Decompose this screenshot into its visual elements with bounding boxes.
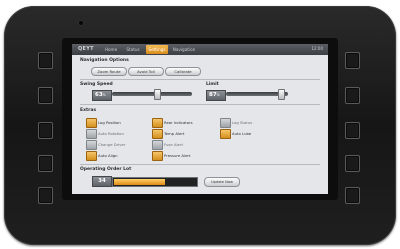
auto-lube-checkbox[interactable] [220,129,231,139]
log-status-label: Log Status [232,120,253,125]
limit-title: Limit [206,82,219,87]
avoid-toll-button[interactable]: Avoid Toll [128,67,164,76]
auto-rotation-checkbox[interactable] [86,129,97,139]
auto-align-label: Auto Align [98,153,118,158]
progress-fill [114,179,165,185]
limit-value: 87% [206,90,226,101]
zoom-route-button[interactable]: Zoom Route [91,67,127,76]
swing-speed-value: 63% [92,90,112,101]
hardware-button-right-1[interactable] [345,52,360,69]
operating-order-title: Operating Order Lot [80,167,132,172]
touch-screen: QEYT Home Status Settings Navigation 12:… [72,44,328,194]
temp-alert-checkbox[interactable] [152,129,163,139]
pressure-alert-checkbox[interactable] [152,151,163,161]
swing-speed-title: Swing Speed [80,82,113,87]
hardware-button-left-3[interactable] [38,122,53,139]
hardware-button-left-1[interactable] [38,52,53,69]
rear-indicators-label: Rear Indicators [164,120,193,125]
temp-alert-label: Temp Alert [164,131,185,136]
hardware-button-right-5[interactable] [345,187,360,204]
hardware-button-right-2[interactable] [345,87,360,104]
top-bar: QEYT Home Status Settings Navigation 12:… [72,44,328,55]
limit-slider-thumb[interactable] [278,89,285,100]
tab-settings[interactable]: Settings [146,45,168,54]
auto-align-checkbox[interactable] [86,151,97,161]
navigation-options-title: Navigation Options [80,58,129,63]
update-now-button[interactable]: Update Now [204,177,240,187]
divider [80,164,320,165]
tab-navigation[interactable]: Navigation [171,45,197,54]
log-status-checkbox[interactable] [220,118,231,128]
swing-speed-slider[interactable] [112,92,192,96]
fuse-alert-checkbox[interactable] [152,140,163,150]
clock: 12:00 [311,46,323,51]
calibrate-button[interactable]: Calibrate [165,67,201,76]
camera-icon [79,21,83,25]
log-position-label: Log Position [98,120,121,125]
pressure-alert-label: Pressure Alert [164,153,191,158]
change-driver-checkbox[interactable] [86,140,97,150]
operating-order-progress-bar [112,177,198,187]
tab-home[interactable]: Home [102,45,120,54]
hardware-button-left-5[interactable] [38,187,53,204]
extras-title: Extras [80,108,97,113]
swing-speed-slider-thumb[interactable] [154,89,161,100]
hardware-button-right-3[interactable] [345,122,360,139]
hardware-button-right-4[interactable] [345,155,360,172]
rear-indicators-checkbox[interactable] [152,118,163,128]
auto-lube-label: Auto Lube [232,131,252,136]
tab-status[interactable]: Status [124,45,142,54]
divider [80,79,320,80]
operating-order-count: 34 [92,176,112,187]
brand-logo: QEYT [78,46,94,52]
divider [80,104,320,105]
hardware-button-left-2[interactable] [38,87,53,104]
hardware-button-left-4[interactable] [38,155,53,172]
change-driver-label: Change Driver [98,142,126,147]
auto-rotation-label: Auto Rotation [98,131,124,136]
fuse-alert-label: Fuse Alert [164,142,183,147]
log-position-checkbox[interactable] [86,118,97,128]
